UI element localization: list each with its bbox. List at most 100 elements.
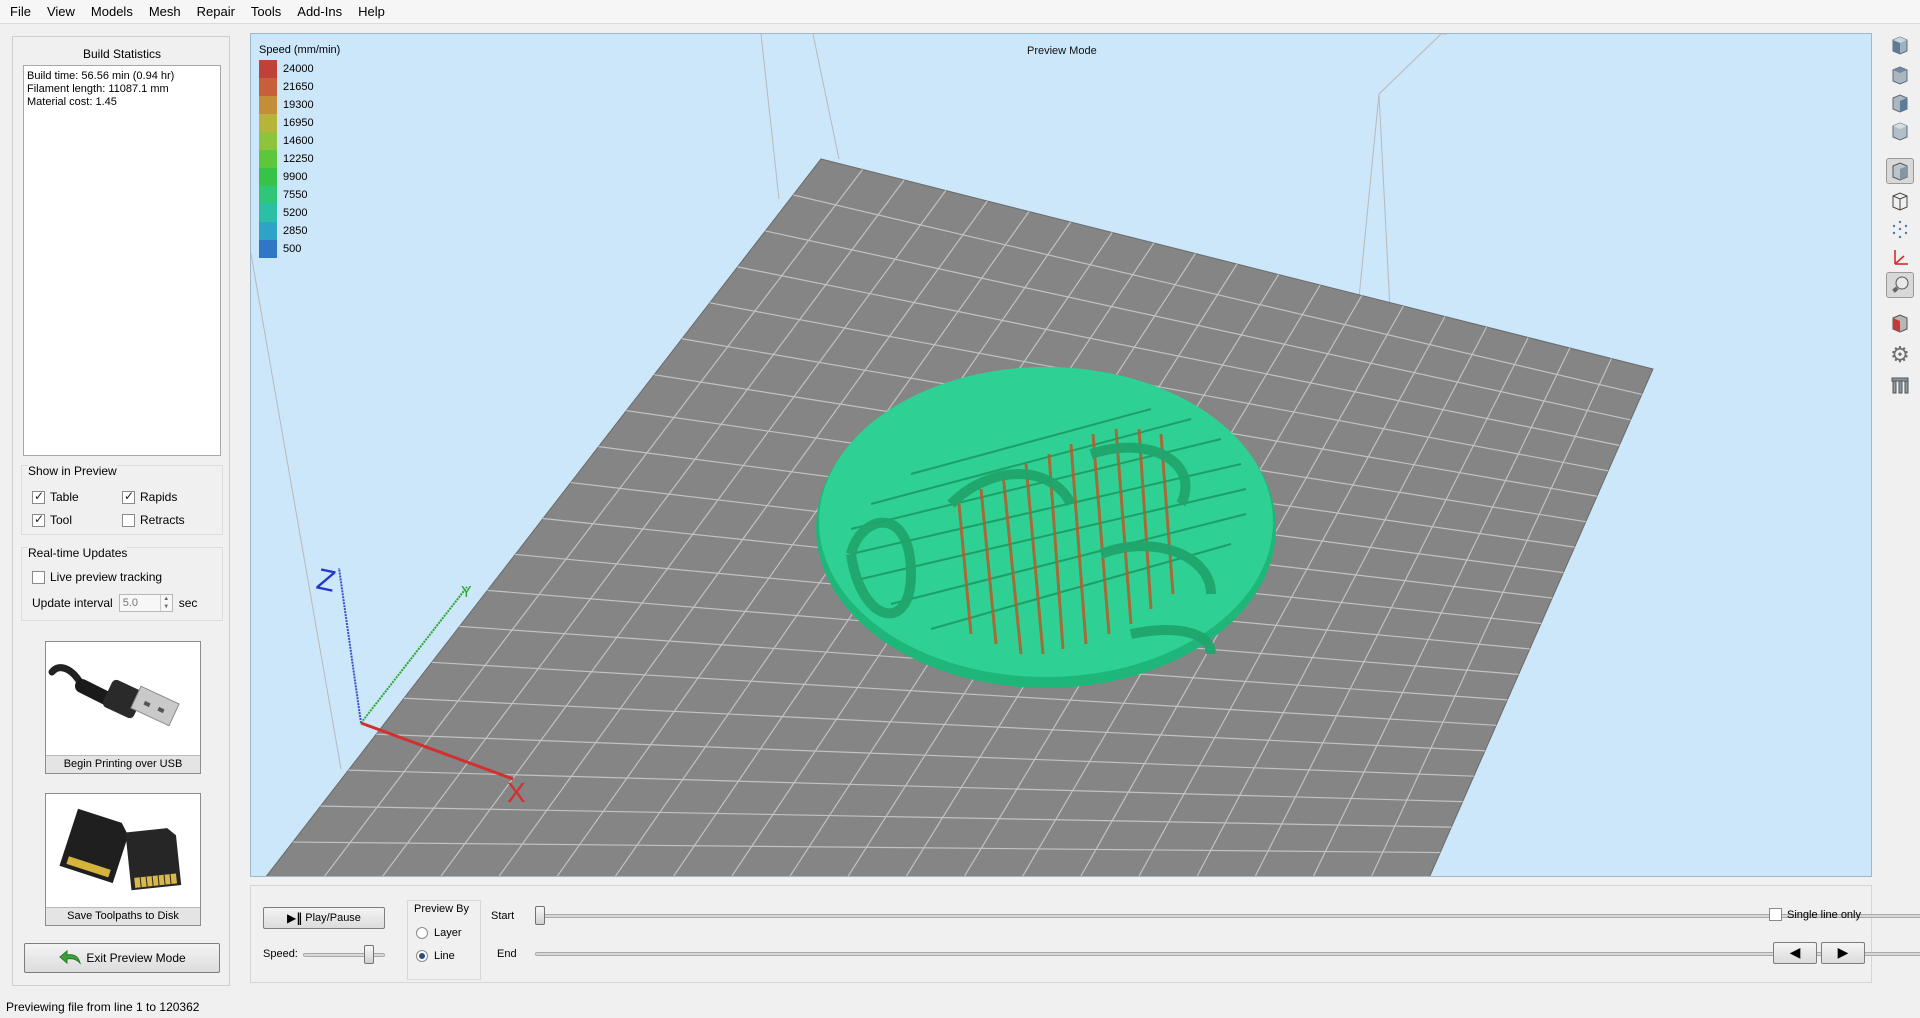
build-statistics-title: Build Statistics [82, 47, 162, 61]
exit-preview-button[interactable]: Exit Preview Mode [24, 943, 220, 973]
menu-repair[interactable]: Repair [189, 0, 243, 24]
legend-label: 12250 [283, 153, 314, 165]
table-checkbox[interactable] [32, 489, 45, 504]
speed-slider-handle[interactable] [364, 945, 375, 964]
line-radio-row[interactable]: Line [416, 950, 455, 962]
view-front-icon[interactable] [1886, 32, 1914, 58]
table-checkbox-label: Table [50, 490, 79, 504]
menu-mesh[interactable]: Mesh [141, 0, 189, 24]
view-top-icon[interactable] [1886, 62, 1914, 88]
tool-checkbox[interactable] [32, 512, 45, 527]
build-time-line: Build time: 56.56 min (0.94 hr) [27, 70, 175, 82]
step-forward-icon: ▶ [1837, 945, 1849, 961]
legend-row: 24000 [259, 60, 340, 78]
save-toolpaths-label: Save Toolpaths to Disk [46, 907, 200, 925]
points-view-icon[interactable] [1886, 216, 1914, 242]
realtime-updates-title: Real-time Updates [28, 546, 128, 560]
update-interval-unit: sec [178, 596, 198, 610]
legend-swatch [259, 150, 277, 168]
update-interval-value: 5.0 [122, 597, 139, 609]
live-preview-label: Live preview tracking [50, 570, 163, 584]
menu-tools[interactable]: Tools [243, 0, 289, 24]
menu-file[interactable]: File [2, 0, 39, 24]
filament-length-line: Filament length: 11087.1 mm [27, 83, 169, 95]
single-line-label: Single line only [1787, 908, 1861, 921]
menu-help[interactable]: Help [350, 0, 393, 24]
build-scene: Z Y X [251, 34, 1654, 876]
layer-radio-row[interactable]: Layer [416, 927, 462, 939]
step-forward-button[interactable]: ▶ [1821, 942, 1865, 964]
begin-printing-usb-label: Begin Printing over USB [46, 755, 200, 773]
legend-swatch [259, 204, 277, 222]
speed-legend-title: Speed (mm/min) [259, 44, 341, 56]
legend-swatch [259, 132, 277, 150]
update-interval-label: Update interval [32, 596, 113, 610]
status-bar: Previewing file from line 1 to 120362 [0, 996, 1920, 1018]
legend-swatch [259, 60, 277, 78]
start-slider-handle[interactable] [535, 906, 545, 925]
step-back-icon: ◀ [1789, 945, 1801, 961]
menu-bar: File View Models Mesh Repair Tools Add-I… [0, 0, 1920, 24]
step-back-button[interactable]: ◀ [1773, 942, 1817, 964]
legend-row: 12250 [259, 150, 340, 168]
toolpath-model [816, 367, 1276, 688]
legend-row: 500 [259, 240, 340, 258]
update-interval-row: Update interval 5.0 ▲ ▼ sec [32, 594, 197, 612]
preview-viewport[interactable]: Z Y X Preview Mode Speed (mm/min) 24000 2… [250, 33, 1872, 877]
rapids-checkbox-row[interactable]: Rapids [122, 489, 178, 504]
sd-card-icon [59, 808, 182, 891]
rapids-checkbox-label: Rapids [140, 490, 178, 504]
end-slider-track[interactable] [535, 952, 1920, 956]
legend-row: 7550 [259, 186, 340, 204]
end-label: End [497, 948, 517, 960]
solid-view-icon[interactable] [1886, 158, 1914, 184]
live-preview-checkbox[interactable] [32, 570, 45, 584]
build-statistics-box: Build time: 56.56 min (0.94 hr) Filament… [23, 65, 221, 456]
menu-view[interactable]: View [39, 0, 83, 24]
line-radio[interactable] [416, 950, 428, 962]
left-panel: Build Statistics Build time: 56.56 min (… [12, 36, 230, 986]
line-radio-label: Line [434, 950, 455, 962]
live-preview-row[interactable]: Live preview tracking [32, 570, 162, 584]
play-pause-label: Play/Pause [305, 912, 361, 924]
legend-label: 5200 [283, 207, 308, 219]
spin-arrows-icon[interactable]: ▲ ▼ [159, 595, 172, 611]
rapids-checkbox[interactable] [122, 489, 135, 504]
save-toolpaths-button[interactable]: Save Toolpaths to Disk [45, 793, 201, 926]
axes-toggle-icon[interactable] [1886, 244, 1914, 270]
view-iso-icon[interactable] [1886, 118, 1914, 144]
wireframe-view-icon[interactable] [1886, 188, 1914, 214]
menu-add-ins[interactable]: Add-Ins [289, 0, 350, 24]
tool-checkbox-row[interactable]: Tool [32, 512, 73, 527]
layer-radio-label: Layer [434, 927, 462, 939]
update-interval-spinbox[interactable]: 5.0 ▲ ▼ [118, 594, 173, 612]
legend-swatch [259, 186, 277, 204]
z-axis-label: Z [314, 563, 339, 599]
preview-by-title: Preview By [414, 903, 470, 915]
lightbulb-icon[interactable] [1886, 272, 1914, 298]
legend-swatch [259, 168, 277, 186]
retracts-checkbox-row[interactable]: Retracts [122, 513, 185, 527]
menu-models[interactable]: Models [83, 0, 141, 24]
begin-printing-usb-button[interactable]: Begin Printing over USB [45, 641, 201, 774]
preview-mode-label: Preview Mode [1027, 45, 1097, 57]
play-pause-button[interactable]: ▶‖ Play/Pause [263, 907, 385, 929]
legend-label: 7550 [283, 189, 308, 201]
supports-icon[interactable] [1886, 372, 1914, 398]
gear-icon[interactable]: ⚙ [1886, 342, 1914, 368]
tool-checkbox-label: Tool [50, 513, 73, 527]
legend-label: 19300 [283, 99, 314, 111]
legend-row: 14600 [259, 132, 340, 150]
x-axis-label: X [507, 777, 526, 808]
section-view-icon[interactable] [1886, 310, 1914, 336]
single-line-row[interactable]: Single line only [1769, 908, 1861, 921]
start-slider-track[interactable] [535, 914, 1920, 918]
layer-radio[interactable] [416, 927, 428, 939]
view-side-icon[interactable] [1886, 90, 1914, 116]
legend-row: 5200 [259, 204, 340, 222]
single-line-checkbox[interactable] [1769, 908, 1782, 921]
table-checkbox-row[interactable]: Table [32, 489, 79, 504]
play-pause-icon: ▶‖ [287, 911, 303, 925]
retracts-checkbox[interactable] [122, 513, 135, 527]
legend-label: 16950 [283, 117, 314, 129]
